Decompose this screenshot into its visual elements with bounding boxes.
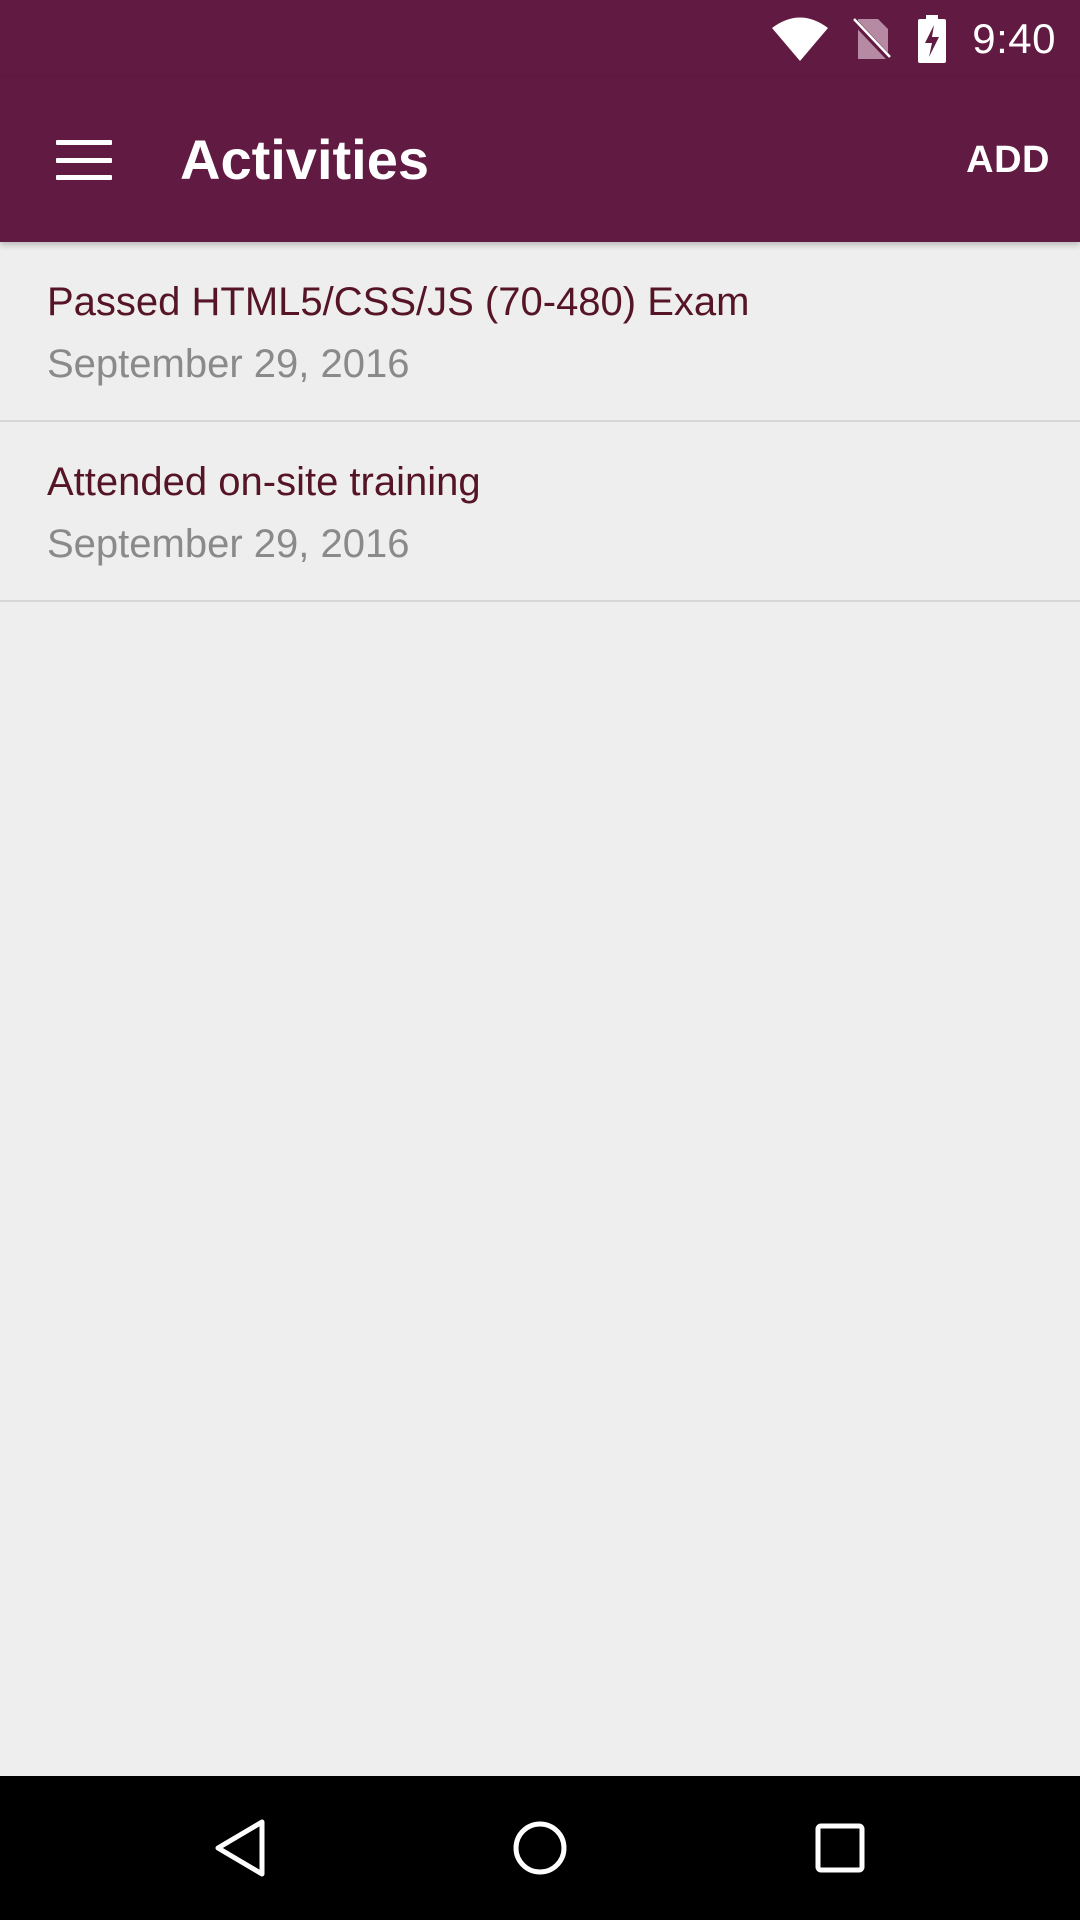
app-bar: Activities ADD (0, 78, 1080, 242)
activity-date: September 29, 2016 (47, 342, 410, 386)
home-button[interactable] (460, 1776, 620, 1920)
recents-icon (815, 1823, 865, 1873)
no-sim-icon (852, 18, 893, 61)
list-item[interactable]: Attended on-site training September 29, … (0, 422, 1080, 602)
screen: 9:40 Activities ADD Passed HTML5/CSS/JS … (0, 0, 1080, 1920)
activity-date: September 29, 2016 (47, 522, 410, 566)
wifi-icon (772, 17, 829, 61)
activity-list: Passed HTML5/CSS/JS (70-480) Exam Septem… (0, 242, 1080, 602)
activity-title: Passed HTML5/CSS/JS (70-480) Exam (47, 280, 750, 324)
activity-title: Attended on-site training (47, 460, 481, 504)
list-item[interactable]: Passed HTML5/CSS/JS (70-480) Exam Septem… (0, 242, 1080, 422)
status-bar: 9:40 (0, 0, 1080, 78)
status-time: 9:40 (972, 15, 1056, 62)
back-icon (215, 1819, 265, 1877)
recents-button[interactable] (760, 1776, 920, 1920)
status-icons: 9:40 (748, 0, 1056, 78)
home-icon (513, 1821, 567, 1875)
add-button[interactable]: ADD (966, 78, 1050, 242)
navigation-bar (0, 1776, 1080, 1920)
menu-button[interactable] (28, 118, 140, 202)
back-button[interactable] (160, 1776, 320, 1920)
battery-charging-icon (918, 15, 947, 63)
hamburger-menu-icon (56, 140, 112, 180)
page-title: Activities (180, 128, 429, 191)
